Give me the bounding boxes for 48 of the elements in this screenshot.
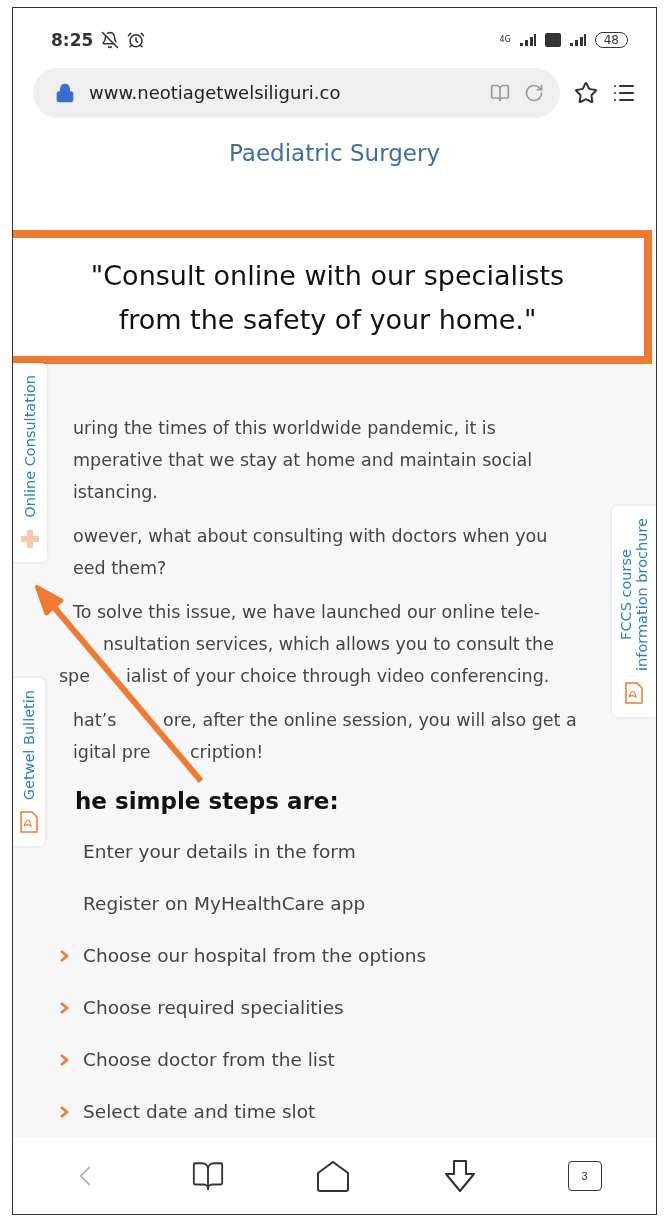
side-tab-label: Getwel Bulletin (21, 690, 37, 801)
network-label: 4G (499, 35, 511, 45)
paragraph-text: igital pre (73, 740, 152, 764)
step-text: Choose our hospital from the options (83, 945, 427, 967)
medical-cross-icon (19, 527, 41, 550)
volte-icon (544, 32, 561, 47)
side-tab[interactable]: Online Consultation (13, 363, 47, 562)
paragraph-text: owever, what about consulting with doctors when you (73, 524, 548, 548)
paragraph-text: ore, after the online session, you will also get a (163, 708, 577, 732)
step-text: Register on MyHealthCare app (83, 893, 366, 915)
paragraph-text: nsultation services, which allows you to consult the (103, 632, 554, 656)
step-text: Choose required specialities (83, 997, 344, 1019)
lock-icon (55, 82, 75, 103)
bell-off-icon (101, 30, 120, 49)
star-icon[interactable] (574, 80, 598, 105)
status-time: 8:25 (51, 29, 94, 50)
alarm-clock-icon (127, 30, 146, 49)
quote-line: "Consult online with our specialists (89, 258, 566, 293)
paragraph-text: mperative that we stay at home and maintain social (73, 448, 533, 472)
page-title: Paediatric Surgery (227, 139, 441, 166)
paragraph-text: To solve this issue, we have launched our online tele- (73, 600, 541, 624)
side-tab-label: Online Consultation (22, 375, 38, 518)
step-text: Select date and time slot (83, 1101, 316, 1123)
signal-icon (568, 32, 587, 47)
paragraph-text: uring the times of this worldwide pandemic, it is (73, 416, 496, 440)
paragraph-text: hat’s (73, 708, 118, 732)
chevron-icon (59, 1053, 69, 1066)
chevron-icon (59, 949, 69, 962)
chevron-icon (59, 1001, 69, 1014)
side-tab-label: information brochure (634, 518, 650, 671)
side-tab[interactable]: FCCS course information brochure (612, 506, 656, 717)
chevron-icon (59, 1105, 69, 1118)
paragraph-text: spe (59, 664, 91, 688)
paragraph-text: istancing. (73, 480, 158, 504)
paragraph-text: cription! (190, 740, 264, 764)
signal-icon (518, 32, 537, 47)
pdf-icon (624, 680, 644, 705)
side-tab-label: FCCS course (618, 549, 634, 640)
step-text: Enter your details in the form (83, 841, 356, 863)
tabs-button[interactable]: 3 (567, 1160, 602, 1191)
quote-line: from the safety of your home." (117, 302, 538, 337)
url-text: www.neotiagetwelsiliguri.co (89, 82, 342, 104)
pdf-icon (19, 810, 39, 835)
steps-heading: he simple steps are: (75, 787, 340, 814)
step-text: Choose doctor from the list (83, 1049, 335, 1071)
paragraph-text: ialist of your choice through video conferencing. (126, 664, 550, 688)
paragraph-text: eed them? (73, 556, 167, 580)
side-tab[interactable]: Getwel Bulletin (13, 678, 45, 847)
